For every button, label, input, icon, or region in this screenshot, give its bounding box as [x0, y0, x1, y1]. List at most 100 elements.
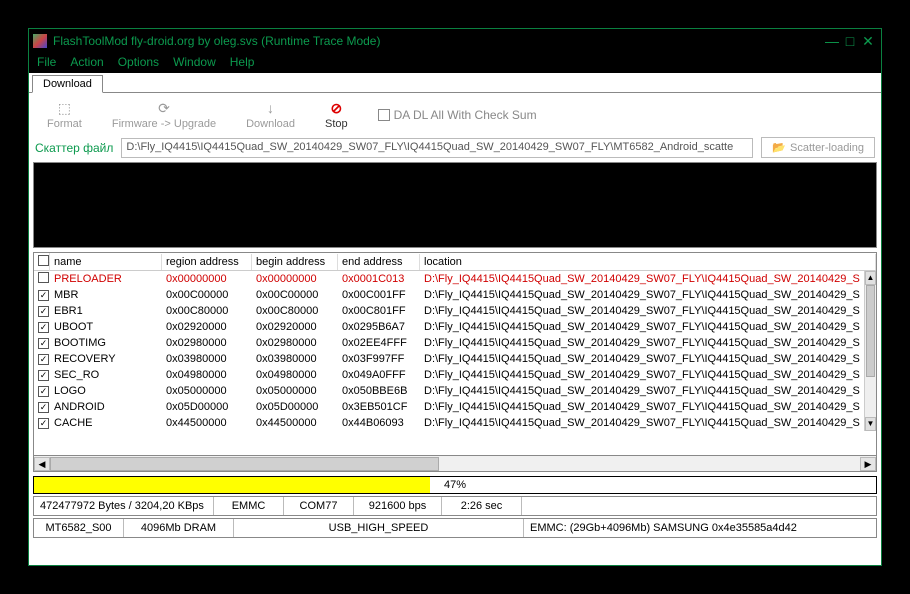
tab-download[interactable]: Download	[32, 75, 103, 93]
status-bytes-speed: 472477972 Bytes / 3204,20 KBps	[34, 497, 214, 515]
row-checkbox[interactable]: ✓	[38, 418, 49, 429]
row-end-address: 0x050BBE6B	[338, 385, 420, 397]
app-window: FlashToolMod fly-droid.org by oleg.svs (…	[28, 28, 882, 566]
status-bar-1: 472477972 Bytes / 3204,20 KBps EMMC COM7…	[33, 496, 877, 516]
status-elapsed: 2:26 sec	[442, 497, 522, 515]
row-checkbox[interactable]: ✓	[38, 370, 49, 381]
row-location: D:\Fly_IQ4415\IQ4415Quad_SW_20140429_SW0…	[420, 385, 864, 397]
maximize-button[interactable]: □	[841, 33, 859, 49]
menu-help[interactable]: Help	[230, 55, 255, 69]
scroll-up-icon[interactable]: ▲	[865, 271, 876, 285]
col-begin-address[interactable]: begin address	[252, 254, 338, 270]
menubar: File Action Options Window Help	[29, 53, 881, 73]
row-begin-address: 0x00C80000	[252, 305, 338, 317]
format-label: Format	[47, 118, 82, 130]
row-checkbox[interactable]: ✓	[38, 338, 49, 349]
row-checkbox[interactable]: ✓	[38, 306, 49, 317]
table-row[interactable]: PRELOADER0x000000000x000000000x0001C013D…	[34, 271, 864, 287]
row-checkbox[interactable]: ✓	[38, 402, 49, 413]
scatter-loading-button[interactable]: 📂 Scatter-loading	[761, 137, 875, 158]
scroll-right-icon[interactable]: ▶	[860, 457, 876, 471]
minimize-button[interactable]: —	[823, 33, 841, 49]
row-region-address: 0x00C00000	[162, 289, 252, 301]
row-checkbox[interactable]	[38, 272, 49, 283]
firmware-upgrade-label: Firmware -> Upgrade	[112, 118, 216, 130]
table-row[interactable]: ✓EBR10x00C800000x00C800000x00C801FFD:\Fl…	[34, 303, 864, 319]
row-name: BOOTIMG	[50, 337, 162, 349]
scroll-left-icon[interactable]: ◀	[34, 457, 50, 471]
scatter-path-input[interactable]: D:\Fly_IQ4415\IQ4415Quad_SW_20140429_SW0…	[121, 138, 753, 158]
close-button[interactable]: ✕	[859, 33, 877, 50]
checkbox-all[interactable]	[38, 255, 49, 266]
row-location: D:\Fly_IQ4415\IQ4415Quad_SW_20140429_SW0…	[420, 305, 864, 317]
row-region-address: 0x44500000	[162, 417, 252, 429]
format-button[interactable]: ⬚ Format	[47, 100, 82, 130]
row-end-address: 0x00C001FF	[338, 289, 420, 301]
row-location: D:\Fly_IQ4415\IQ4415Quad_SW_20140429_SW0…	[420, 353, 864, 365]
toolbar: ⬚ Format ⟳ Firmware -> Upgrade ↓ Downloa…	[29, 93, 881, 135]
table-row[interactable]: ✓MBR0x00C000000x00C000000x00C001FFD:\Fly…	[34, 287, 864, 303]
row-location: D:\Fly_IQ4415\IQ4415Quad_SW_20140429_SW0…	[420, 337, 864, 349]
row-location: D:\Fly_IQ4415\IQ4415Quad_SW_20140429_SW0…	[420, 321, 864, 333]
menu-file[interactable]: File	[37, 55, 56, 69]
row-checkbox[interactable]: ✓	[38, 322, 49, 333]
scroll-down-icon[interactable]: ▼	[865, 417, 876, 431]
row-begin-address: 0x00000000	[252, 273, 338, 285]
row-name: ANDROID	[50, 401, 162, 413]
row-region-address: 0x05D00000	[162, 401, 252, 413]
col-name[interactable]: name	[50, 254, 162, 270]
download-label: Download	[246, 118, 295, 130]
row-begin-address: 0x05D00000	[252, 401, 338, 413]
row-end-address: 0x02EE4FFF	[338, 337, 420, 349]
log-panel	[33, 162, 877, 248]
firmware-upgrade-icon: ⟳	[156, 100, 172, 116]
scatter-row: Скаттер файл D:\Fly_IQ4415\IQ4415Quad_SW…	[29, 135, 881, 162]
download-button[interactable]: ↓ Download	[246, 100, 295, 130]
row-name: MBR	[50, 289, 162, 301]
table-row[interactable]: ✓UBOOT0x029200000x029200000x0295B6A7D:\F…	[34, 319, 864, 335]
row-checkbox[interactable]: ✓	[38, 386, 49, 397]
row-location: D:\Fly_IQ4415\IQ4415Quad_SW_20140429_SW0…	[420, 401, 864, 413]
stop-button[interactable]: ⊘ Stop	[325, 100, 348, 130]
status-dram: 4096Mb DRAM	[124, 519, 234, 537]
row-begin-address: 0x02920000	[252, 321, 338, 333]
download-icon: ↓	[263, 100, 279, 116]
row-begin-address: 0x03980000	[252, 353, 338, 365]
table-row[interactable]: ✓BOOTIMG0x029800000x029800000x02EE4FFFD:…	[34, 335, 864, 351]
row-checkbox[interactable]: ✓	[38, 354, 49, 365]
window-title: FlashToolMod fly-droid.org by oleg.svs (…	[53, 34, 380, 48]
row-location: D:\Fly_IQ4415\IQ4415Quad_SW_20140429_SW0…	[420, 273, 864, 285]
row-end-address: 0x00C801FF	[338, 305, 420, 317]
da-dl-checksum-checkbox[interactable]: DA DL All With Check Sum	[378, 108, 537, 122]
checkbox-icon	[378, 109, 390, 121]
table-row[interactable]: ✓RECOVERY0x039800000x039800000x03F997FFD…	[34, 351, 864, 367]
row-end-address: 0x0295B6A7	[338, 321, 420, 333]
menu-action[interactable]: Action	[70, 55, 103, 69]
firmware-upgrade-button[interactable]: ⟳ Firmware -> Upgrade	[112, 100, 216, 130]
status-bar-2: MT6582_S00 4096Mb DRAM USB_HIGH_SPEED EM…	[33, 518, 877, 538]
row-end-address: 0x0001C013	[338, 273, 420, 285]
row-location: D:\Fly_IQ4415\IQ4415Quad_SW_20140429_SW0…	[420, 369, 864, 381]
status-com-port: COM77	[284, 497, 354, 515]
table-row[interactable]: ✓CACHE0x445000000x445000000x44B06093D:\F…	[34, 415, 864, 431]
table-row[interactable]: ✓LOGO0x050000000x050000000x050BBE6BD:\Fl…	[34, 383, 864, 399]
da-dl-checksum-label: DA DL All With Check Sum	[394, 108, 537, 122]
table-row[interactable]: ✓SEC_RO0x049800000x049800000x049A0FFFD:\…	[34, 367, 864, 383]
menu-options[interactable]: Options	[118, 55, 159, 69]
row-name: PRELOADER	[50, 273, 162, 285]
table-row[interactable]: ✓ANDROID0x05D000000x05D000000x3EB501CFD:…	[34, 399, 864, 415]
table-vertical-scrollbar[interactable]: ▲ ▼	[864, 271, 876, 431]
row-checkbox[interactable]: ✓	[38, 290, 49, 301]
menu-window[interactable]: Window	[173, 55, 216, 69]
col-region-address[interactable]: region address	[162, 254, 252, 270]
col-end-address[interactable]: end address	[338, 254, 420, 270]
scatter-file-label: Скаттер файл	[35, 141, 113, 155]
row-name: SEC_RO	[50, 369, 162, 381]
row-name: CACHE	[50, 417, 162, 429]
row-region-address: 0x02980000	[162, 337, 252, 349]
col-location[interactable]: location	[420, 254, 876, 270]
app-icon	[33, 34, 47, 48]
table-horizontal-scrollbar[interactable]: ◀ ▶	[33, 456, 877, 472]
row-location: D:\Fly_IQ4415\IQ4415Quad_SW_20140429_SW0…	[420, 289, 864, 301]
status-chip: MT6582_S00	[34, 519, 124, 537]
